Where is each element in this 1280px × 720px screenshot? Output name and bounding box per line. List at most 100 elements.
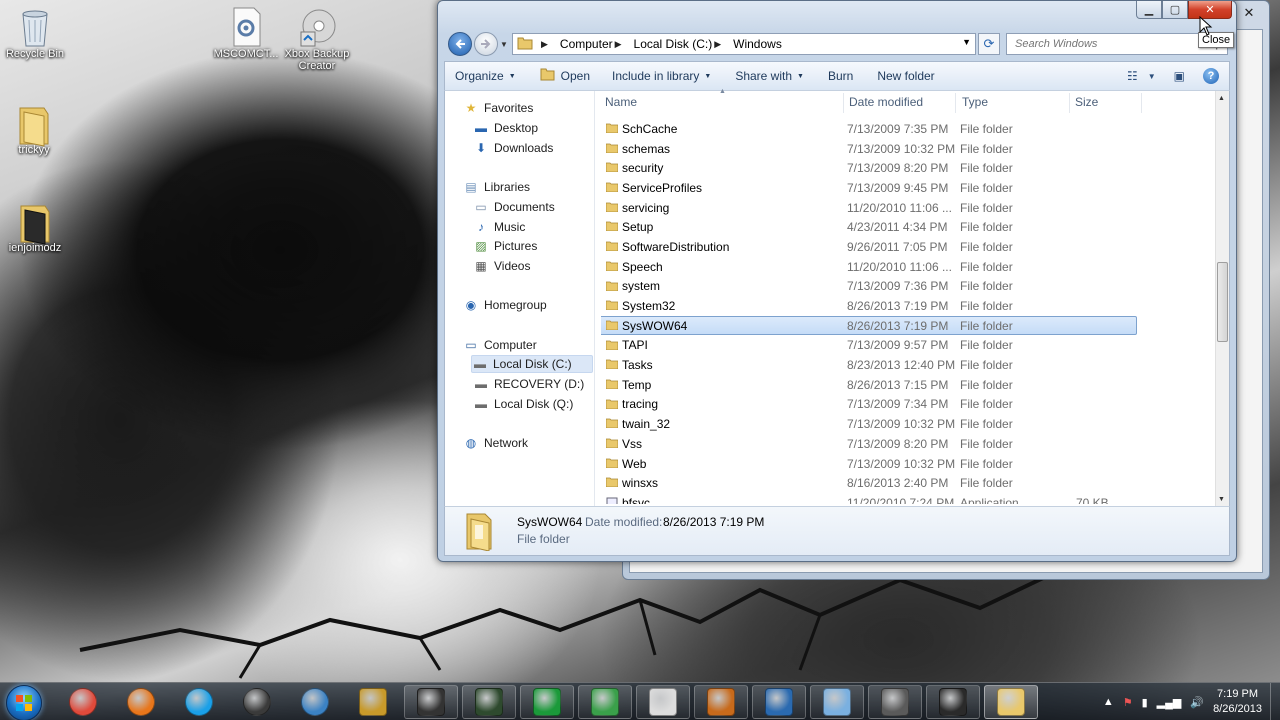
desktop-icon-xbox-backup-creator[interactable]: Xbox Backup Creator	[279, 6, 355, 72]
taskbar-app-button[interactable]	[462, 685, 516, 719]
close-icon[interactable]: ✕	[1237, 5, 1261, 21]
column-header-type[interactable]: Type	[962, 95, 988, 111]
taskbar-app-button[interactable]	[694, 685, 748, 719]
vertical-scrollbar[interactable]: ▲ ▼	[1215, 91, 1229, 506]
scrollbar-thumb[interactable]	[1217, 262, 1228, 342]
table-row[interactable]: Setup 4/23/2011 4:34 PM File folder	[601, 217, 1215, 237]
preview-pane-icon[interactable]: ▣	[1174, 69, 1185, 83]
breadcrumb-separator-root[interactable]: ▶	[539, 39, 554, 50]
desktop-icon-mscomct[interactable]: MSCOMCT...	[208, 6, 284, 60]
address-bar[interactable]: ▶ Computer ▶ Local Disk (C:) ▶ Windows ▼	[512, 33, 976, 55]
breadcrumb-local-disk-c[interactable]: Local Disk (C:) ▶	[634, 37, 728, 51]
taskbar-app-button[interactable]	[520, 685, 574, 719]
taskbar-app-button[interactable]	[230, 685, 284, 719]
taskbar-app-button[interactable]	[56, 685, 110, 719]
volume-icon[interactable]: 🔊	[1190, 696, 1204, 709]
column-divider[interactable]	[955, 93, 956, 113]
action-center-icon[interactable]: ⚑	[1123, 696, 1133, 709]
scroll-up-icon[interactable]: ▲	[1218, 95, 1225, 102]
search-input[interactable]	[1015, 38, 1195, 50]
column-header-name[interactable]: Name	[605, 95, 637, 111]
taskbar-app-button[interactable]	[926, 685, 980, 719]
column-header-date[interactable]: Date modified	[849, 95, 923, 111]
nav-favorites[interactable]: ★ Favorites	[463, 99, 534, 117]
table-row[interactable]: TAPI 7/13/2009 9:57 PM File folder	[601, 336, 1215, 356]
explorer-window[interactable]: ▁ ▢ ✕ ▼ ▶ Computer ▶ Local Disk (C:) ▶ Win…	[437, 0, 1237, 562]
desktop-icon-ienjoimodz[interactable]: ienjoimodz	[0, 200, 73, 254]
table-row[interactable]: security 7/13/2009 8:20 PM File folder	[601, 158, 1215, 178]
nav-local-disk-q[interactable]: ▬ Local Disk (Q:)	[473, 395, 573, 413]
nav-computer[interactable]: ▭ Computer	[463, 336, 536, 354]
table-row[interactable]: System32 8/26/2013 7:19 PM File folder	[601, 296, 1215, 316]
help-icon[interactable]: ?	[1203, 68, 1219, 84]
column-divider[interactable]	[1069, 93, 1070, 113]
table-row[interactable]: bfsvc 11/20/2010 7:24 PM Application 70 KB	[601, 493, 1215, 504]
desktop-icon-trickyy[interactable]: trickyy	[0, 102, 72, 156]
nav-libraries[interactable]: ▤ Libraries	[463, 178, 530, 196]
view-options-button[interactable]: ☷ ▼	[1127, 69, 1156, 83]
taskbar-app-button[interactable]	[578, 685, 632, 719]
table-row[interactable]: SysWOW64 8/26/2013 7:19 PM File folder	[601, 315, 1215, 336]
table-row[interactable]: Speech 11/20/2010 11:06 ... File folder	[601, 257, 1215, 277]
table-row[interactable]: Tasks 8/23/2013 12:40 PM File folder	[601, 355, 1215, 375]
column-header-size[interactable]: Size	[1075, 95, 1098, 111]
table-row[interactable]: system 7/13/2009 7:36 PM File folder	[601, 277, 1215, 297]
chevron-down-icon[interactable]: ▼	[962, 37, 971, 47]
table-row[interactable]: winsxs 8/16/2013 2:40 PM File folder	[601, 473, 1215, 493]
nav-desktop[interactable]: ▬ Desktop	[473, 119, 538, 137]
show-desktop-button[interactable]	[1270, 683, 1280, 720]
show-hidden-icons-icon[interactable]: ▲	[1103, 696, 1114, 708]
nav-local-disk-c[interactable]: ▬ Local Disk (C:)	[471, 355, 593, 373]
nav-music[interactable]: ♪ Music	[473, 218, 525, 236]
table-row[interactable]: Vss 7/13/2009 8:20 PM File folder	[601, 434, 1215, 454]
back-button[interactable]	[448, 32, 472, 56]
taskbar-app-button[interactable]	[636, 685, 690, 719]
taskbar-app-button[interactable]	[346, 685, 400, 719]
table-row[interactable]: schemas 7/13/2009 10:32 PM File folder	[601, 139, 1215, 159]
new-folder-button[interactable]: New folder	[877, 69, 934, 83]
table-row[interactable]: twain_32 7/13/2009 10:32 PM File folder	[601, 414, 1215, 434]
breadcrumb-windows[interactable]: Windows	[733, 37, 782, 51]
taskbar-app-button[interactable]	[172, 685, 226, 719]
nav-videos[interactable]: ▦ Videos	[473, 257, 530, 275]
nav-documents[interactable]: ▭ Documents	[473, 198, 554, 216]
column-divider[interactable]	[1141, 93, 1142, 113]
maximize-button[interactable]: ▢	[1162, 1, 1188, 19]
taskbar-app-button[interactable]	[984, 685, 1038, 719]
breadcrumb-computer[interactable]: Computer ▶	[560, 37, 628, 51]
taskbar-app-button[interactable]	[868, 685, 922, 719]
open-button[interactable]: Open	[540, 68, 590, 84]
taskbar-app-button[interactable]	[404, 685, 458, 719]
start-button[interactable]	[6, 685, 42, 720]
table-row[interactable]: ServiceProfiles 7/13/2009 9:45 PM File fol…	[601, 178, 1215, 198]
nav-homegroup[interactable]: ◉ Homegroup	[463, 296, 547, 314]
recent-pages-dropdown[interactable]: ▼	[500, 40, 508, 49]
scroll-down-icon[interactable]: ▼	[1218, 496, 1225, 503]
include-in-library-menu[interactable]: Include in library ▼	[612, 69, 711, 83]
refresh-button[interactable]: ⟳	[978, 33, 1000, 55]
burn-button[interactable]: Burn	[828, 69, 853, 83]
organize-menu[interactable]: Organize ▼	[455, 69, 516, 83]
table-row[interactable]: Web 7/13/2009 10:32 PM File folder	[601, 454, 1215, 474]
minimize-button[interactable]: ▁	[1136, 1, 1162, 19]
taskbar-app-button[interactable]	[114, 685, 168, 719]
network-signal-icon[interactable]: ▂▄▆	[1157, 696, 1182, 709]
nav-downloads[interactable]: ⬇ Downloads	[473, 139, 553, 157]
taskbar-app-button[interactable]	[288, 685, 342, 719]
forward-button[interactable]	[474, 32, 498, 56]
taskbar-app-button[interactable]	[810, 685, 864, 719]
device-icon[interactable]: ▮	[1142, 696, 1148, 709]
clock[interactable]: 7:19 PM 8/26/2013	[1213, 687, 1262, 717]
table-row[interactable]: SoftwareDistribution 9/26/2011 7:05 PM Fil…	[601, 237, 1215, 257]
share-with-menu[interactable]: Share with ▼	[735, 69, 804, 83]
nav-network[interactable]: ◍ Network	[463, 434, 528, 452]
desktop-icon-recycle-bin[interactable]: Recycle Bin	[0, 6, 73, 60]
search-box[interactable]: ⚲	[1006, 33, 1228, 55]
column-divider[interactable]	[843, 93, 844, 113]
table-row[interactable]: Temp 8/26/2013 7:15 PM File folder	[601, 375, 1215, 395]
nav-recovery-d[interactable]: ▬ RECOVERY (D:)	[473, 375, 584, 393]
taskbar-app-button[interactable]	[752, 685, 806, 719]
table-row[interactable]: SchCache 7/13/2009 7:35 PM File folder	[601, 119, 1215, 139]
table-row[interactable]: servicing 11/20/2010 11:06 ... File folder	[601, 198, 1215, 218]
nav-pictures[interactable]: ▨ Pictures	[473, 237, 537, 255]
